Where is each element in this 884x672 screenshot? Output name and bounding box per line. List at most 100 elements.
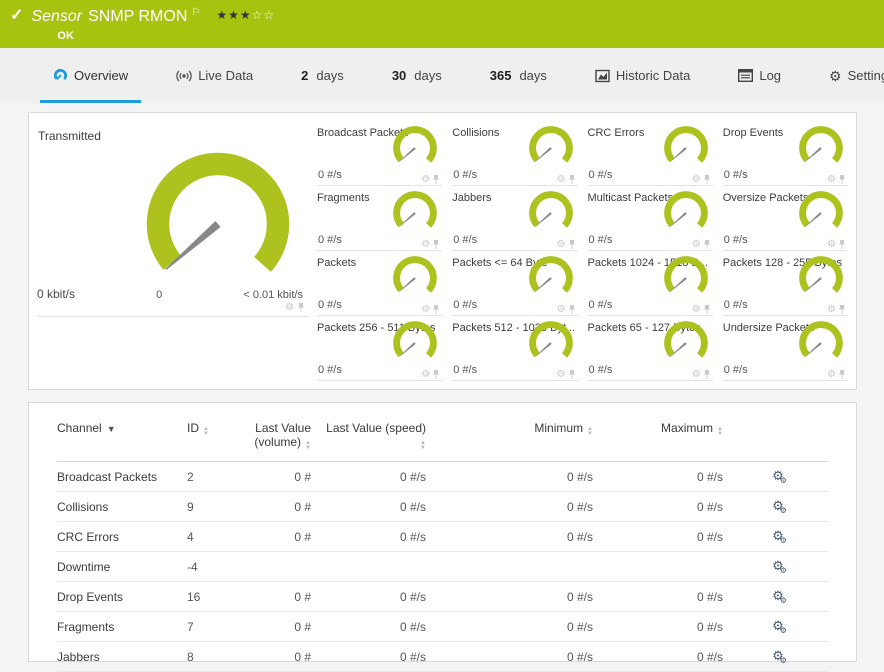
mini-gauge-cell[interactable]: Drop Events 0 #/s ⚙ <box>722 121 848 186</box>
pin-icon[interactable] <box>703 174 711 185</box>
maximum-cell: 0 #/s <box>601 581 731 612</box>
pin-icon[interactable] <box>297 302 305 313</box>
channel-edit-gears-icon[interactable]: ⚙⚙ <box>772 469 787 485</box>
channel-settings-gear-icon[interactable]: ⚙ <box>421 174 430 185</box>
column-header-minimum[interactable]: Minimum ▲ ▼ <box>434 405 601 462</box>
table-row: Fragments 7 0 # 0 #/s 0 #/s 0 #/s ⚙⚙ <box>57 611 828 642</box>
mini-gauge-value: 0 #/s <box>318 234 342 246</box>
channel-settings-gear-icon[interactable]: ⚙ <box>557 304 566 315</box>
flag-icon[interactable]: ⚐ <box>191 7 200 19</box>
main-gauge-block[interactable]: Transmitted 0 kbit/s 0 < 0.01 kbit/s ⚙ <box>37 121 309 381</box>
mini-gauge-value: 0 #/s <box>723 299 748 311</box>
channel-edit-gears-icon[interactable]: ⚙⚙ <box>772 619 787 635</box>
channel-settings-gear-icon[interactable]: ⚙ <box>421 304 430 315</box>
tab-settings[interactable]: ⚙ Settings <box>816 48 884 103</box>
mini-gauge-grid: Broadcast Packets 0 #/s ⚙ Collisions 0 #… <box>317 121 848 381</box>
channel-settings-gear-icon[interactable]: ⚙ <box>827 304 836 315</box>
channel-settings-gear-icon[interactable]: ⚙ <box>692 369 701 380</box>
channel-edit-gears-icon[interactable]: ⚙⚙ <box>772 529 787 545</box>
mini-gauge-cell[interactable]: Packets 1024 - 1518 B... 0 #/s ⚙ <box>587 251 713 316</box>
tab-historic-data[interactable]: Historic Data <box>582 48 703 103</box>
channel-settings-gear-icon[interactable]: ⚙ <box>285 302 294 313</box>
pin-icon[interactable] <box>432 369 440 380</box>
column-header-maximum[interactable]: Maximum ▲ ▼ <box>601 405 731 462</box>
mini-gauge-cell[interactable]: Jabbers 0 #/s ⚙ <box>452 186 578 251</box>
stars-filled[interactable]: ★★★ <box>216 8 251 22</box>
mini-gauge-cell[interactable]: Multicast Packets 0 #/s ⚙ <box>587 186 713 251</box>
mini-gauge-cell[interactable]: Packets 0 #/s ⚙ <box>317 251 443 316</box>
mini-gauge-cell[interactable]: CRC Errors 0 #/s ⚙ <box>587 121 713 186</box>
channel-settings-gear-icon[interactable]: ⚙ <box>692 174 701 185</box>
column-header-last-value-speed[interactable]: Last Value (speed) ▲ ▼ <box>319 405 434 462</box>
channel-settings-gear-icon[interactable]: ⚙ <box>557 174 566 185</box>
main-gauge-max-label: < 0.01 kbit/s <box>243 289 303 301</box>
pin-icon[interactable] <box>568 304 576 315</box>
pin-icon[interactable] <box>838 239 846 250</box>
mini-gauge-cell[interactable]: Packets 256 - 511 Bytes 0 #/s ⚙ <box>317 316 443 381</box>
mini-gauge-value: 0 #/s <box>453 364 478 376</box>
pin-icon[interactable] <box>703 369 711 380</box>
last-value-speed-cell: 0 #/s <box>319 521 434 552</box>
mini-gauge <box>799 321 843 365</box>
channel-settings-gear-icon[interactable]: ⚙ <box>827 369 836 380</box>
channel-settings-gear-icon[interactable]: ⚙ <box>421 369 430 380</box>
channel-settings-gear-icon[interactable]: ⚙ <box>692 239 701 250</box>
tab-2-days[interactable]: 2 days <box>288 48 357 103</box>
minimum-cell <box>434 551 601 582</box>
last-value-volume-cell: 0 # <box>249 641 319 672</box>
channel-settings-gear-icon[interactable]: ⚙ <box>692 304 701 315</box>
mini-gauge-value: 0 #/s <box>453 299 478 311</box>
mini-gauge-value: 0 #/s <box>588 234 613 246</box>
pin-icon[interactable] <box>703 304 711 315</box>
main-gauge-value: 0 kbit/s <box>37 287 76 301</box>
pin-icon[interactable] <box>432 174 440 185</box>
mini-gauge <box>393 126 438 170</box>
mini-gauge-cell[interactable]: Broadcast Packets 0 #/s ⚙ <box>317 121 443 186</box>
channel-name-cell: Jabbers <box>57 641 187 672</box>
mini-gauge <box>528 191 573 235</box>
pin-icon[interactable] <box>838 369 846 380</box>
channel-edit-gears-icon[interactable]: ⚙⚙ <box>772 499 787 515</box>
channel-settings-gear-icon[interactable]: ⚙ <box>557 239 566 250</box>
stars-empty[interactable]: ☆☆ <box>252 8 276 22</box>
mini-gauge-cell[interactable]: Packets 65 - 127 Bytes 0 #/s ⚙ <box>587 316 713 381</box>
pin-icon[interactable] <box>568 174 576 185</box>
tab-30-days[interactable]: 30 days <box>379 48 455 103</box>
mini-gauge-cell[interactable]: Undersize Packets 0 #/s ⚙ <box>722 316 848 381</box>
sensor-tab-bar: Overview Live Data 2 days 30 days 365 days … <box>0 48 884 103</box>
pin-icon[interactable] <box>568 239 576 250</box>
channel-edit-gears-icon[interactable]: ⚙⚙ <box>772 589 787 605</box>
pin-icon[interactable] <box>432 304 440 315</box>
channel-settings-gear-icon[interactable]: ⚙ <box>557 369 566 380</box>
channel-settings-gear-icon[interactable]: ⚙ <box>421 239 430 250</box>
tab-overview[interactable]: Overview <box>40 48 142 103</box>
tab-live-data[interactable]: Live Data <box>163 48 266 103</box>
mini-gauge-cell[interactable]: Oversize Packets 0 #/s ⚙ <box>722 186 848 251</box>
column-header-last-value-volume[interactable]: Last Value (volume) ▲ ▼ <box>249 405 319 462</box>
column-header-channel[interactable]: Channel ▼ <box>57 405 187 462</box>
sensor-header: ✓ Sensor SNMP RMON ⚐ ★★★☆☆ OK <box>0 0 884 48</box>
channel-settings-gear-icon[interactable]: ⚙ <box>827 174 836 185</box>
mini-gauge <box>528 126 573 170</box>
pin-icon[interactable] <box>568 369 576 380</box>
priority-stars[interactable]: ★★★☆☆ <box>216 7 275 23</box>
minimum-cell: 0 #/s <box>434 521 601 552</box>
pin-icon[interactable] <box>838 304 846 315</box>
last-value-speed-cell: 0 #/s <box>319 461 434 492</box>
table-row: Broadcast Packets 2 0 # 0 #/s 0 #/s 0 #/… <box>57 461 828 492</box>
pin-icon[interactable] <box>838 174 846 185</box>
channel-edit-gears-icon[interactable]: ⚙⚙ <box>772 559 787 575</box>
mini-gauge-cell[interactable]: Packets <= 64 Byte 0 #/s ⚙ <box>452 251 578 316</box>
column-header-id[interactable]: ID ▲ ▼ <box>187 405 249 462</box>
mini-gauge-cell[interactable]: Fragments 0 #/s ⚙ <box>317 186 443 251</box>
pin-icon[interactable] <box>703 239 711 250</box>
channel-edit-gears-icon[interactable]: ⚙⚙ <box>772 649 787 665</box>
pin-icon[interactable] <box>432 239 440 250</box>
mini-gauge-cell[interactable]: Packets 512 - 1023 Byt... 0 #/s ⚙ <box>452 316 578 381</box>
mini-gauge-cell[interactable]: Collisions 0 #/s ⚙ <box>452 121 578 186</box>
sensor-ok-check-icon: ✓ <box>10 7 24 24</box>
channel-settings-gear-icon[interactable]: ⚙ <box>827 239 836 250</box>
mini-gauge-cell[interactable]: Packets 128 - 255 Bytes 0 #/s ⚙ <box>722 251 848 316</box>
tab-log[interactable]: Log <box>725 48 794 103</box>
tab-365-days[interactable]: 365 days <box>477 48 560 103</box>
